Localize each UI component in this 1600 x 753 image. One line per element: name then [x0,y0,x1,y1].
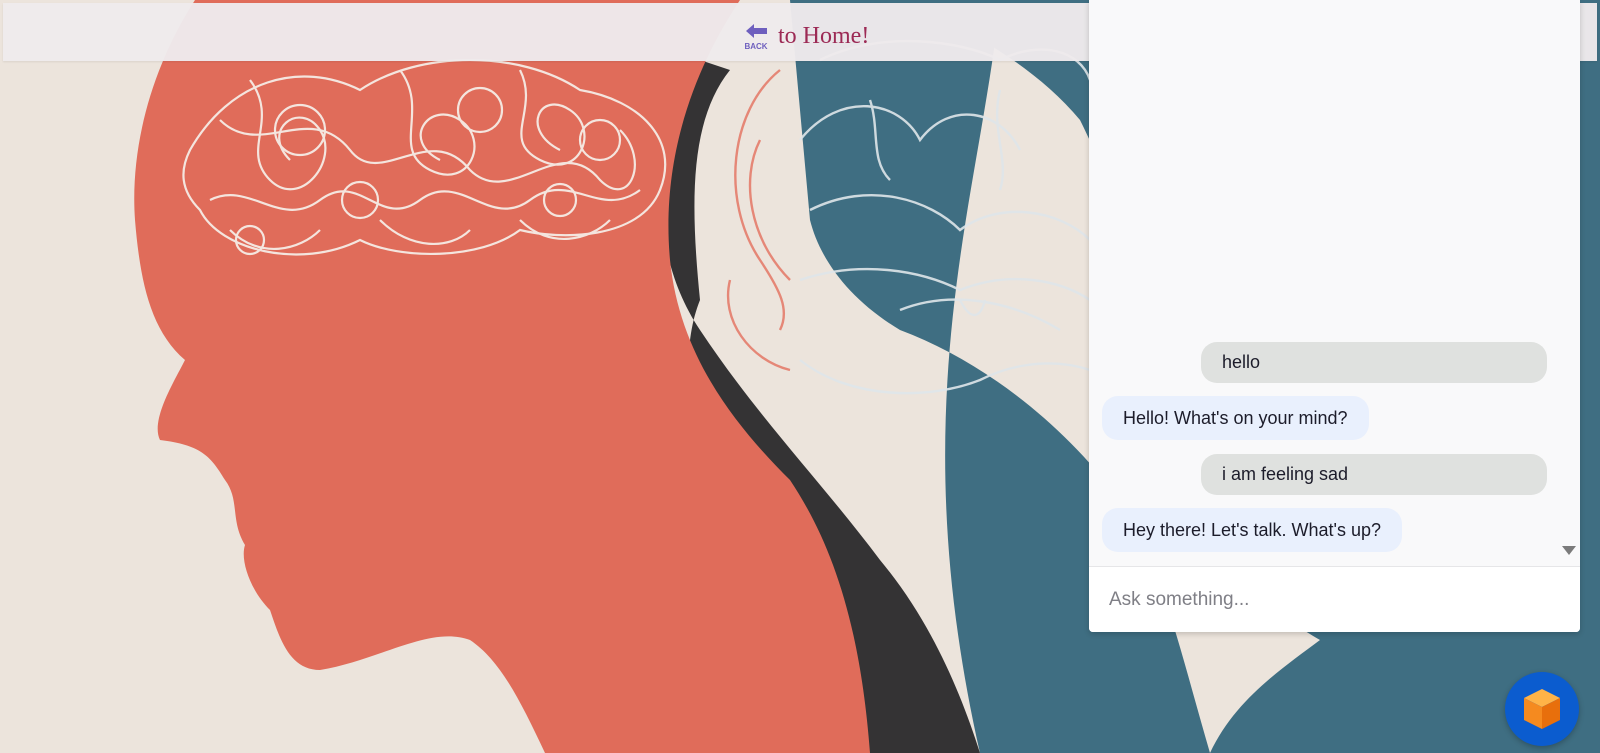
chat-input[interactable] [1089,567,1580,632]
message-text: hello [1222,352,1261,372]
cube-icon [1524,689,1560,729]
back-link-text: to Home! [778,23,870,49]
back-arrow-icon: BACK [744,24,768,51]
chat-launcher-button[interactable] [1505,672,1579,746]
bot-message: Hey there! Let's talk. What's up? [1102,508,1402,552]
user-message: hello [1201,342,1547,383]
message-text: Hello! What's on your mind? [1123,407,1348,428]
back-to-home-link[interactable]: BACK to Home! [743,19,869,53]
bot-message: Hello! What's on your mind? [1102,396,1369,440]
scroll-down-icon[interactable] [1562,546,1576,555]
user-message: i am feeling sad [1201,454,1547,495]
chat-window: hello Hello! What's on your mind? i am f… [1089,0,1580,632]
message-text: i am feeling sad [1222,464,1349,484]
message-text: Hey there! Let's talk. What's up? [1123,519,1381,540]
back-icon-label: BACK [744,42,767,51]
